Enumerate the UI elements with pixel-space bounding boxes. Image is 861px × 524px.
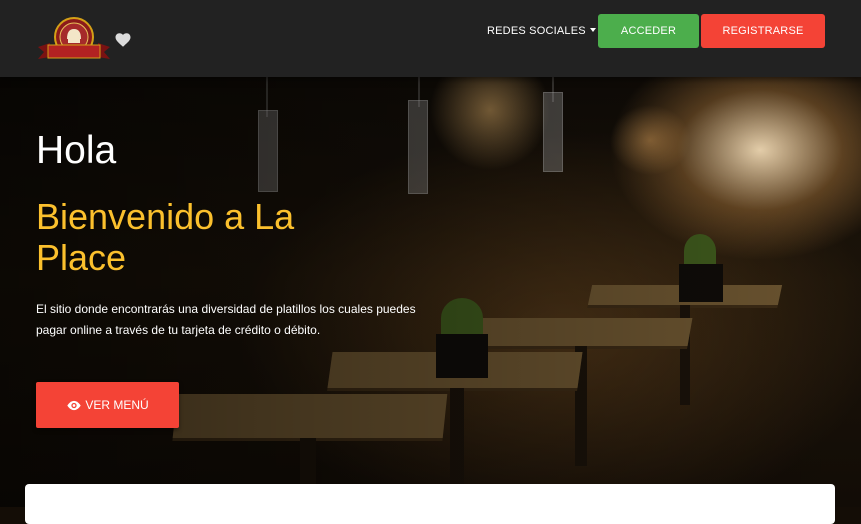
caret-down-icon: [589, 28, 596, 32]
hero-description: El sitio donde encontrarás una diversida…: [36, 302, 416, 337]
eye-icon: [67, 400, 81, 410]
register-button-label: REGISTRARSE: [722, 25, 804, 37]
social-dropdown[interactable]: REDES SOCIALES: [487, 25, 596, 37]
content-card: [25, 484, 835, 524]
login-button[interactable]: ACCEDER: [598, 14, 699, 48]
hero-greeting: Hola: [36, 129, 117, 172]
hero-welcome-title: Bienvenido a La Place: [36, 196, 295, 278]
brand-logo[interactable]: [36, 17, 112, 63]
navbar: REDES SOCIALES ACCEDER REGISTRARSE: [0, 0, 861, 77]
heart-icon[interactable]: [114, 31, 132, 49]
social-dropdown-label: REDES SOCIALES: [487, 25, 586, 37]
login-button-label: ACCEDER: [620, 25, 677, 37]
view-menu-button-label: VER MENÚ: [85, 398, 149, 412]
view-menu-button[interactable]: VER MENÚ: [36, 382, 179, 428]
register-button[interactable]: REGISTRARSE: [701, 14, 825, 48]
